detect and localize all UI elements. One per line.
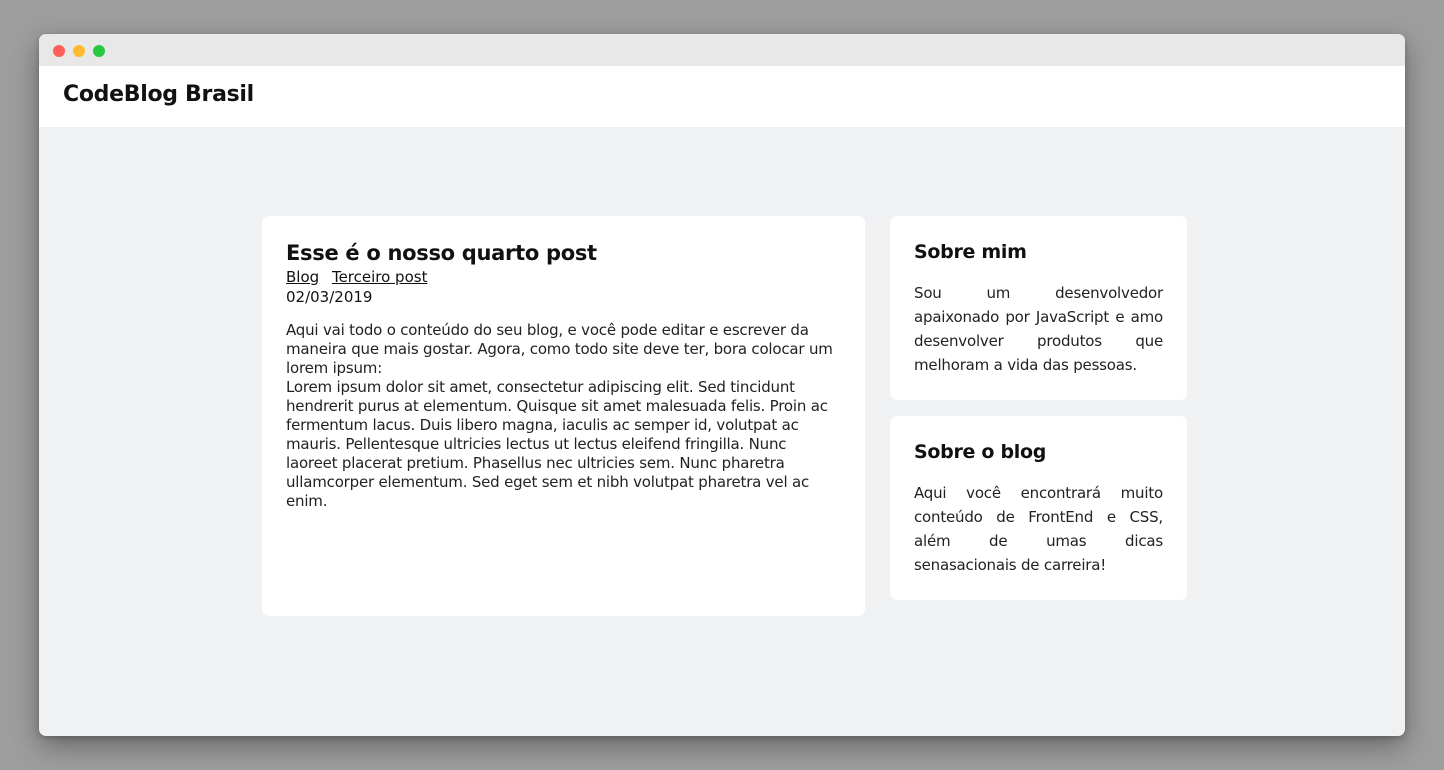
about-me-title: Sobre mim (914, 241, 1027, 263)
site-brand[interactable]: CodeBlog Brasil (63, 82, 254, 107)
site-header: CodeBlog Brasil (39, 66, 1405, 127)
post-body-intro: Aqui vai todo o conteúdo do seu blog, e … (286, 321, 833, 377)
about-blog-title: Sobre o blog (914, 441, 1047, 463)
about-me-text: Sou um desenvolvedor apaixonado por Java… (914, 284, 1163, 374)
post-body: Aqui vai todo o conteúdo do seu blog, e … (286, 321, 841, 511)
post-body-lorem: Lorem ipsum dolor sit amet, consectetur … (286, 378, 828, 510)
maximize-window-button[interactable] (93, 45, 105, 57)
about-me-card: Sobre mim Sou um desenvolvedor apaixonad… (890, 216, 1187, 400)
tag-link-blog[interactable]: Blog (286, 268, 319, 286)
tag-link-terceiro-post[interactable]: Terceiro post (332, 268, 428, 286)
post-card: Esse é o nosso quarto post Blog Terceiro… (262, 216, 865, 616)
browser-window: CodeBlog Brasil Esse é o nosso quarto po… (39, 34, 1405, 736)
post-tags: Blog Terceiro post (286, 267, 841, 287)
close-window-button[interactable] (53, 45, 65, 57)
about-blog-card: Sobre o blog Aqui você encontrará muito … (890, 416, 1187, 600)
window-titlebar (39, 34, 1405, 66)
minimize-window-button[interactable] (73, 45, 85, 57)
post-date: 02/03/2019 (286, 288, 373, 306)
about-blog-text: Aqui você encontrará muito conteúdo de F… (914, 484, 1163, 574)
post-title: Esse é o nosso quarto post (286, 241, 597, 265)
